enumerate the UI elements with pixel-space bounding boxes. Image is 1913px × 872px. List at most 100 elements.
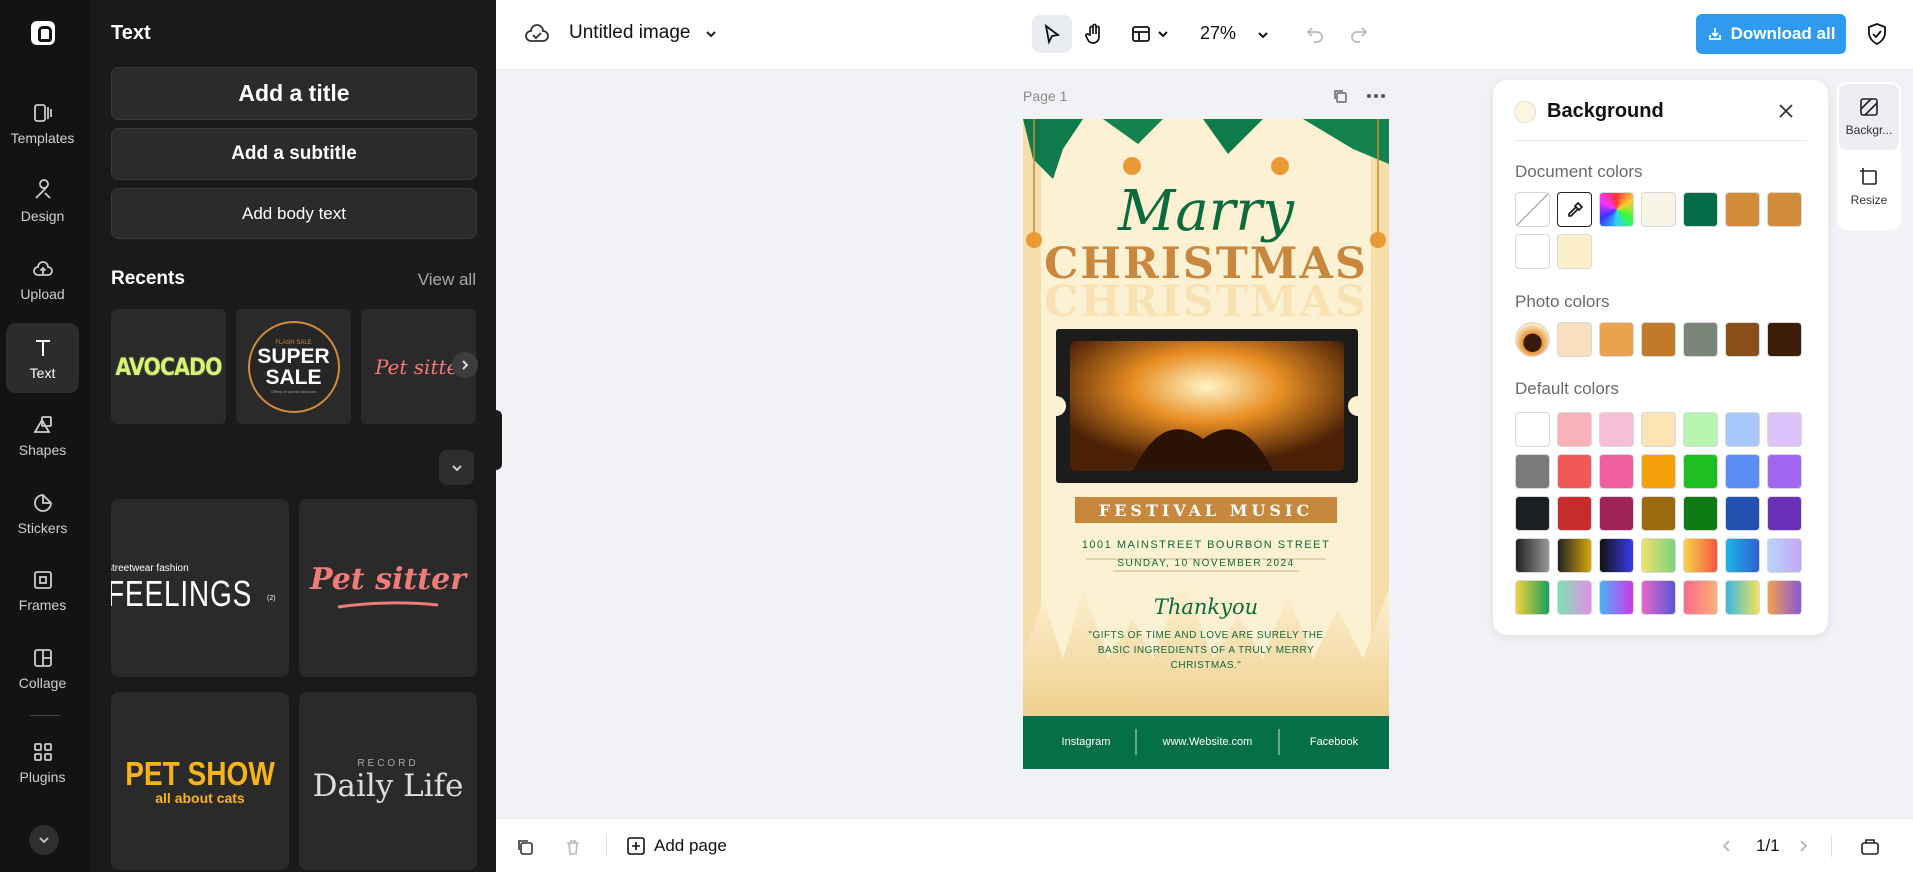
hand-tool-button[interactable] [1076, 15, 1112, 53]
default-color-swatch[interactable] [1683, 412, 1718, 447]
default-color-swatch[interactable] [1683, 454, 1718, 489]
photo-color-swatch[interactable] [1557, 322, 1592, 357]
add-body-text-button[interactable]: Add body text [111, 188, 477, 239]
gradient-color-swatch[interactable] [1515, 538, 1550, 573]
undo-icon[interactable] [1305, 24, 1325, 44]
document-color-swatch[interactable] [1515, 234, 1550, 269]
poster-footer-facebook[interactable]: Facebook [1279, 736, 1389, 748]
current-background-swatch[interactable] [1514, 101, 1536, 123]
poster-footer-website[interactable]: www.Website.com [1136, 736, 1279, 748]
poster-quote[interactable]: "GIFTS OF TIME AND LOVE ARE SURELY THE B… [1088, 628, 1324, 673]
rail-item-design[interactable]: Design [6, 166, 79, 236]
tab-background[interactable]: Backgr... [1839, 84, 1899, 150]
rail-item-text[interactable]: Text [6, 323, 79, 393]
more-options-icon[interactable] [1367, 94, 1385, 98]
view-all-link[interactable]: View all [418, 270, 476, 290]
add-subtitle-button[interactable]: Add a subtitle [111, 128, 477, 180]
duplicate-page-icon[interactable] [1332, 88, 1348, 104]
default-color-swatch[interactable] [1725, 496, 1760, 531]
zoom-chevron-down-icon[interactable] [1256, 28, 1270, 42]
document-color-swatch[interactable] [1767, 192, 1802, 227]
document-color-swatch[interactable] [1683, 192, 1718, 227]
photo-color-swatch[interactable] [1725, 322, 1760, 357]
tab-resize[interactable]: Resize [1839, 154, 1899, 220]
photo-color-swatch[interactable] [1641, 322, 1676, 357]
gradient-color-swatch[interactable] [1725, 580, 1760, 615]
gradient-color-swatch[interactable] [1641, 580, 1676, 615]
trash-icon[interactable] [564, 838, 582, 856]
rail-item-plugins[interactable]: Plugins [6, 727, 79, 797]
close-icon[interactable] [1776, 101, 1796, 121]
redo-icon[interactable] [1349, 24, 1369, 44]
default-color-swatch[interactable] [1683, 496, 1718, 531]
add-title-button[interactable]: Add a title [111, 67, 477, 120]
default-color-swatch[interactable] [1515, 496, 1550, 531]
recent-tile-super-sale[interactable]: FLASH SALE SUPER SALE Offers of special … [236, 309, 351, 424]
rail-item-upload[interactable]: Upload [6, 244, 79, 314]
gradient-color-swatch[interactable] [1767, 538, 1802, 573]
gradient-color-swatch[interactable] [1683, 580, 1718, 615]
rail-item-templates[interactable]: Templates [6, 88, 79, 158]
document-color-swatch[interactable] [1641, 192, 1676, 227]
gradient-color-swatch[interactable] [1599, 538, 1634, 573]
default-color-swatch[interactable] [1557, 412, 1592, 447]
eyedropper-swatch[interactable] [1557, 192, 1592, 227]
photo-color-swatch[interactable] [1599, 322, 1634, 357]
rail-item-shapes[interactable]: Shapes [6, 400, 79, 470]
duplicate-icon[interactable] [516, 838, 534, 856]
photo-color-swatch[interactable] [1683, 322, 1718, 357]
layout-menu-button[interactable] [1126, 15, 1174, 53]
document-color-swatch[interactable] [1725, 192, 1760, 227]
default-color-swatch[interactable] [1599, 454, 1634, 489]
poster-date[interactable]: SUNDAY, 10 NOVEMBER 2024 [1023, 558, 1389, 569]
default-color-swatch[interactable] [1767, 454, 1802, 489]
download-all-button[interactable]: Download all [1696, 14, 1846, 54]
gradient-color-swatch[interactable] [1683, 538, 1718, 573]
cloud-save-icon[interactable] [524, 23, 550, 45]
recents-scroll-right-button[interactable] [452, 352, 478, 378]
christmas-poster[interactable]: Marry CHRISTMAS CHRISTMAS FESTIVAL MUSIC… [1023, 119, 1389, 769]
gradient-color-swatch[interactable] [1557, 580, 1592, 615]
poster-thanks[interactable]: Thankyou [1023, 595, 1389, 619]
photo-color-swatch[interactable] [1767, 322, 1802, 357]
gradient-color-swatch[interactable] [1557, 538, 1592, 573]
gradient-color-swatch[interactable] [1767, 580, 1802, 615]
photo-thumbnail-swatch[interactable] [1515, 322, 1550, 357]
document-color-swatch[interactable] [1557, 234, 1592, 269]
poster-banner[interactable]: FESTIVAL MUSIC [1075, 501, 1337, 520]
rail-more-button[interactable] [29, 825, 59, 855]
default-color-swatch[interactable] [1641, 412, 1676, 447]
gradient-color-swatch[interactable] [1725, 538, 1760, 573]
default-color-swatch[interactable] [1725, 412, 1760, 447]
default-color-swatch[interactable] [1725, 454, 1760, 489]
default-color-swatch[interactable] [1515, 412, 1550, 447]
rail-item-frames[interactable]: Frames [6, 555, 79, 625]
expand-recents-button[interactable] [439, 450, 474, 485]
poster-script-title[interactable]: Marry [1023, 179, 1389, 244]
chevron-down-icon[interactable] [704, 27, 718, 41]
text-style-pet-sitter[interactable]: Pet sitter [299, 499, 477, 677]
rail-item-stickers[interactable]: Stickers [6, 478, 79, 548]
default-color-swatch[interactable] [1557, 496, 1592, 531]
prev-page-icon[interactable] [1720, 839, 1734, 853]
poster-headline[interactable]: CHRISTMAS [1023, 239, 1389, 289]
next-page-icon[interactable] [1796, 839, 1810, 853]
text-style-pet-show[interactable]: PET SHOW all about cats [111, 692, 289, 870]
default-color-swatch[interactable] [1641, 454, 1676, 489]
default-color-swatch[interactable] [1599, 496, 1634, 531]
select-tool-button[interactable] [1032, 15, 1072, 53]
gradient-color-swatch[interactable] [1599, 580, 1634, 615]
default-color-swatch[interactable] [1557, 454, 1592, 489]
shield-check-icon[interactable] [1866, 22, 1888, 46]
document-title[interactable]: Untitled image [569, 22, 690, 44]
default-color-swatch[interactable] [1641, 496, 1676, 531]
add-page-button[interactable]: Add page [626, 833, 727, 859]
zoom-level[interactable]: 27% [1200, 23, 1236, 44]
default-color-swatch[interactable] [1599, 412, 1634, 447]
custom-color-picker-swatch[interactable] [1599, 192, 1634, 227]
default-color-swatch[interactable] [1515, 454, 1550, 489]
page-manager-icon[interactable] [1860, 837, 1880, 857]
recent-tile-avocado[interactable]: AVOCADO [111, 309, 226, 424]
no-color-swatch[interactable] [1515, 192, 1550, 227]
poster-address[interactable]: 1001 MAINSTREET BOURBON STREET [1023, 539, 1389, 551]
